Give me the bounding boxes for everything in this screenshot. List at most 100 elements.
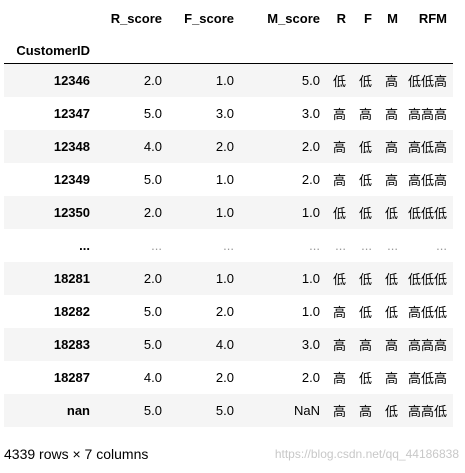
- table-cell: ...: [361, 238, 372, 253]
- index-name-row: CustomerID: [4, 37, 454, 64]
- table-cell: 高高高: [408, 338, 448, 353]
- table-cell: NaN: [293, 403, 320, 418]
- row-index: 18282: [53, 304, 90, 319]
- table-cell: 1.0: [215, 172, 234, 187]
- table-cell: 低低高: [408, 74, 448, 89]
- column-header: M: [387, 11, 398, 26]
- table-cell: 2.0: [143, 271, 162, 286]
- table-cell: 低: [332, 272, 346, 287]
- table-cell: 5.0: [143, 106, 162, 121]
- table-cell: 高: [384, 140, 398, 155]
- table-cell: 高: [358, 107, 372, 122]
- table-cell: 低: [332, 206, 346, 221]
- table-cell: ...: [387, 238, 398, 253]
- table-cell: 高: [332, 140, 346, 155]
- table-cell: 2.0: [143, 73, 162, 88]
- table-cell: 高: [384, 338, 398, 353]
- table-cell: 2.0: [301, 172, 320, 187]
- table-cell: 5.0: [143, 304, 162, 319]
- table-cell: 5.0: [143, 172, 162, 187]
- table-cell: 4.0: [215, 337, 234, 352]
- table-cell: 2.0: [215, 370, 234, 385]
- table-row: 12346 2.0 1.0 5.0 低低高低低高: [4, 63, 454, 97]
- table-cell: 2.0: [301, 139, 320, 154]
- table-cell: 高: [332, 107, 346, 122]
- table-row: 12350 2.0 1.0 1.0 低低低低低低: [4, 196, 454, 229]
- table-cell: 高: [332, 305, 346, 320]
- row-index: 12350: [53, 205, 90, 220]
- row-index: nan: [66, 403, 90, 418]
- table-cell: 高: [384, 107, 398, 122]
- table-cell: 低: [358, 173, 372, 188]
- table-row: nan 5.0 5.0 NaN 高高低高高低: [4, 394, 454, 427]
- table-cell: 4.0: [143, 139, 162, 154]
- table-cell: 高: [332, 404, 346, 419]
- column-header: F_score: [184, 11, 234, 26]
- row-index: 12349: [53, 172, 90, 187]
- table-cell: 低: [332, 74, 346, 89]
- row-index: 18281: [53, 271, 90, 286]
- row-index: 12348: [53, 139, 90, 154]
- table-cell: ...: [309, 238, 320, 253]
- table-cell: 高: [332, 371, 346, 386]
- table-cell: 低: [358, 272, 372, 287]
- table-row: ........................: [4, 229, 454, 262]
- table-cell: 5.0: [143, 403, 162, 418]
- dataframe-table: R_score F_score M_score R F M RFM Custom…: [4, 0, 454, 427]
- table-cell: 5.0: [215, 403, 234, 418]
- table-cell: 低: [384, 206, 398, 221]
- column-header: F: [364, 11, 372, 26]
- table-cell: 3.0: [215, 106, 234, 121]
- table-row: 18287 4.0 2.0 2.0 高低高高低高: [4, 361, 454, 394]
- watermark: https://blog.csdn.net/qq_44186838: [274, 447, 459, 461]
- column-header: R_score: [110, 11, 162, 26]
- table-cell: 低: [384, 404, 398, 419]
- table-cell: 2.0: [143, 205, 162, 220]
- shape-note: 4339 rows × 7 columns: [4, 446, 149, 462]
- table-cell: 高: [384, 371, 398, 386]
- header-blank: [4, 0, 96, 37]
- table-cell: 低: [358, 371, 372, 386]
- table-cell: 低低低: [408, 206, 448, 221]
- table-cell: 2.0: [301, 370, 320, 385]
- table-row: 18283 5.0 4.0 3.0 高高高高高高: [4, 328, 454, 361]
- table-cell: 5.0: [301, 73, 320, 88]
- table-row: 12348 4.0 2.0 2.0 高低高高低高: [4, 130, 454, 163]
- table-cell: 5.0: [143, 337, 162, 352]
- table-cell: 高高低: [408, 404, 448, 419]
- table-cell: 1.0: [301, 205, 320, 220]
- table-cell: 2.0: [215, 304, 234, 319]
- table-cell: ...: [436, 238, 448, 253]
- table-cell: 2.0: [215, 139, 234, 154]
- table-cell: 1.0: [301, 271, 320, 286]
- table-cell: 1.0: [301, 304, 320, 319]
- table-row: 12347 5.0 3.0 3.0 高高高高高高: [4, 97, 454, 130]
- table-row: 18282 5.0 2.0 1.0 高低低高低低: [4, 295, 454, 328]
- table-cell: 高: [332, 338, 346, 353]
- table-cell: 4.0: [143, 370, 162, 385]
- table-cell: 高: [384, 74, 398, 89]
- table-cell: 低: [358, 140, 372, 155]
- row-index: 18283: [53, 337, 90, 352]
- table-cell: ...: [151, 238, 162, 253]
- table-cell: 1.0: [215, 205, 234, 220]
- table-cell: 低: [358, 206, 372, 221]
- table-cell: 高低高: [408, 173, 448, 188]
- table-cell: 高低高: [408, 371, 448, 386]
- column-header: M_score: [267, 11, 320, 26]
- index-name: CustomerID: [16, 42, 90, 58]
- table-cell: ...: [335, 238, 346, 253]
- table-cell: 高: [384, 173, 398, 188]
- column-header: RFM: [418, 11, 448, 26]
- row-index: 12347: [53, 106, 90, 121]
- table-cell: 3.0: [301, 106, 320, 121]
- row-index: 12346: [53, 73, 90, 88]
- table-cell: 1.0: [215, 271, 234, 286]
- table-cell: 高高高: [408, 107, 448, 122]
- table-cell: ...: [223, 238, 234, 253]
- column-header-row: R_score F_score M_score R F M RFM: [4, 0, 453, 37]
- table-row: 12349 5.0 1.0 2.0 高低高高低高: [4, 163, 454, 196]
- table-cell: 3.0: [301, 337, 320, 352]
- row-index: 18287: [53, 370, 90, 385]
- table-cell: 低: [384, 272, 398, 287]
